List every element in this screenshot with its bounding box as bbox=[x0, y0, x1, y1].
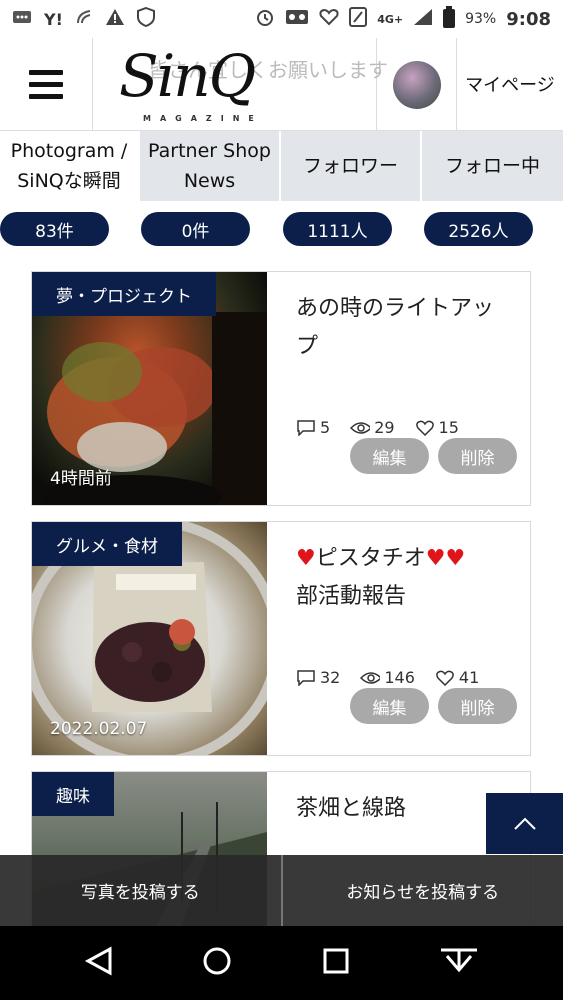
logo-link[interactable]: 皆さん宜しくお願いします SinQ MAGAZINE bbox=[93, 38, 388, 131]
tab-label: フォロー中 bbox=[444, 155, 540, 177]
post-stats: 32 146 41 bbox=[296, 668, 479, 687]
tab-label: Partner Shop News bbox=[148, 140, 271, 192]
logo: SinQ bbox=[119, 42, 256, 110]
alarm-icon bbox=[255, 7, 275, 31]
post-count-badge: 83件 bbox=[0, 212, 109, 246]
following-count-badge: 2526人 bbox=[424, 212, 533, 246]
post-title[interactable]: あの時のライトアップ bbox=[296, 290, 510, 366]
signal-icon bbox=[413, 8, 433, 30]
warning-icon bbox=[105, 8, 125, 30]
heart-emoji: ♥ bbox=[296, 546, 316, 571]
post-date: 4時間前 bbox=[50, 469, 112, 489]
mypage-link[interactable]: マイページ bbox=[457, 38, 563, 130]
view-count: 146 bbox=[384, 668, 415, 687]
action-bar: 写真を投稿する お知らせを投稿する bbox=[0, 855, 563, 926]
app-header: 皆さん宜しくお願いします SinQ MAGAZINE マイページ bbox=[0, 38, 563, 131]
post-thumbnail[interactable]: グルメ・食材 2022.02.07 bbox=[32, 522, 267, 755]
heart-icon bbox=[435, 669, 455, 687]
comment-count: 32 bbox=[320, 668, 341, 687]
eye-icon bbox=[350, 419, 371, 437]
recents-icon[interactable] bbox=[321, 946, 351, 980]
system-nav-bar bbox=[0, 926, 563, 1000]
view-count: 29 bbox=[374, 418, 395, 437]
edit-button[interactable]: 編集 bbox=[350, 438, 429, 474]
yahoo-icon: Y! bbox=[44, 9, 63, 29]
tab-photogram[interactable]: Photogram / SiNQな瞬間 bbox=[0, 131, 140, 201]
status-bar: Y! 4G+ 93% 9:08 bbox=[0, 0, 563, 38]
post-news-button[interactable]: お知らせを投稿する bbox=[280, 855, 563, 926]
battery-level: 93% bbox=[465, 11, 497, 27]
comment-icon bbox=[296, 669, 316, 687]
eye-icon bbox=[360, 669, 381, 687]
heart-rate-icon bbox=[319, 8, 339, 30]
tab-following[interactable]: フォロー中 bbox=[422, 131, 563, 201]
logo-subtitle: MAGAZINE bbox=[143, 114, 263, 123]
comment-icon bbox=[296, 419, 316, 437]
edit-button[interactable]: 編集 bbox=[350, 688, 429, 724]
menu-icon bbox=[29, 70, 63, 75]
scroll-top-button[interactable] bbox=[486, 793, 563, 854]
tab-partner-shop-news[interactable]: Partner Shop News bbox=[140, 131, 281, 201]
post-photo-button[interactable]: 写真を投稿する bbox=[0, 855, 281, 926]
shield-icon bbox=[136, 6, 155, 31]
post-thumbnail[interactable]: 夢・プロジェクト 4時間前 bbox=[32, 272, 267, 505]
post-title[interactable]: ♥ピスタチオ♥♥ 部活動報告 bbox=[296, 540, 510, 616]
comment-count: 5 bbox=[320, 418, 331, 437]
menu-icon-bar bbox=[29, 94, 63, 99]
count-row: 83件 0件 1111人 2526人 bbox=[0, 212, 563, 246]
network-type: 4G+ bbox=[377, 12, 404, 26]
profile-tabs: Photogram / SiNQな瞬間 Partner Shop News フォ… bbox=[0, 131, 563, 201]
tab-followers[interactable]: フォロワー bbox=[281, 131, 422, 201]
post-title[interactable]: 茶畑と線路 bbox=[296, 790, 510, 828]
heart-emoji: ♥♥ bbox=[425, 546, 466, 571]
post-date: 2022.02.07 bbox=[50, 719, 148, 739]
category-label: 夢・プロジェクト bbox=[32, 272, 216, 316]
avatar-button[interactable] bbox=[377, 38, 457, 131]
tab-label: Photogram / SiNQな瞬間 bbox=[10, 140, 128, 192]
post-card[interactable]: グルメ・食材 2022.02.07 ♥ピスタチオ♥♥ 部活動報告 32 146 … bbox=[31, 521, 531, 756]
delete-button[interactable]: 削除 bbox=[438, 438, 517, 474]
nfc-icon bbox=[349, 7, 368, 31]
heart-icon bbox=[415, 419, 435, 437]
home-icon[interactable] bbox=[202, 946, 232, 980]
voicemail-icon bbox=[285, 8, 309, 30]
post-card[interactable]: 夢・プロジェクト 4時間前 あの時のライトアップ 5 29 15 編集 削除 bbox=[31, 271, 531, 506]
tab-label: フォロワー bbox=[302, 155, 398, 177]
chevron-up-icon bbox=[513, 817, 536, 830]
follower-count-badge: 1111人 bbox=[283, 212, 392, 246]
battery-icon bbox=[443, 6, 456, 32]
post-title-text: 部活動報告 bbox=[296, 584, 407, 609]
like-count: 41 bbox=[458, 668, 480, 687]
category-label: 趣味 bbox=[32, 772, 114, 816]
post-stats: 5 29 15 bbox=[296, 418, 459, 437]
avatar bbox=[392, 60, 441, 109]
menu-button[interactable] bbox=[0, 38, 93, 131]
delete-button[interactable]: 削除 bbox=[438, 688, 517, 724]
message-icon bbox=[12, 9, 32, 29]
category-label: グルメ・食材 bbox=[32, 522, 182, 566]
menu-icon-bar bbox=[29, 82, 63, 87]
like-count: 15 bbox=[438, 418, 459, 437]
clock: 9:08 bbox=[506, 8, 551, 30]
notification-pull-icon[interactable] bbox=[439, 946, 479, 980]
post-title-text: ピスタチオ bbox=[315, 546, 426, 571]
wifi-call-icon bbox=[75, 8, 93, 30]
news-count-badge: 0件 bbox=[141, 212, 250, 246]
back-icon[interactable] bbox=[84, 946, 114, 980]
